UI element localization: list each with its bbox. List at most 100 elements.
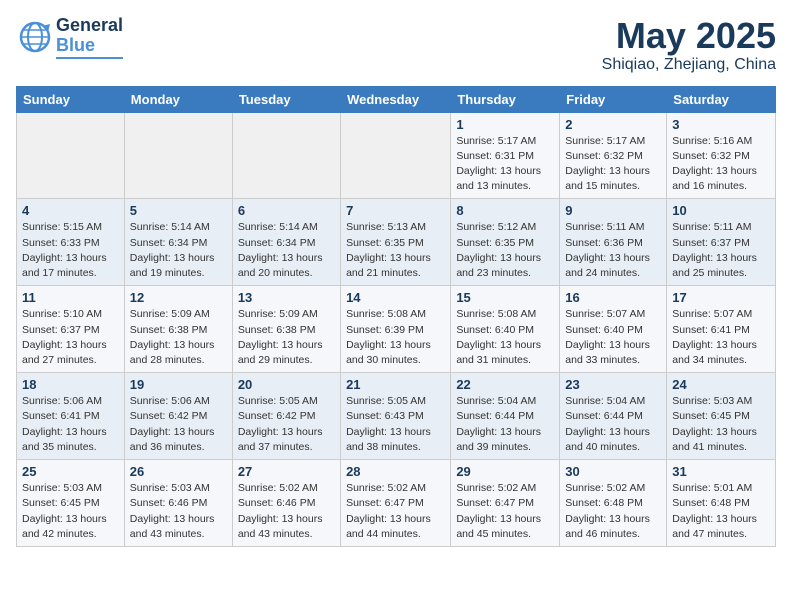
calendar-cell: 29 Sunrise: 5:02 AMSunset: 6:47 PMDayligh… [451, 460, 560, 547]
day-info: Sunrise: 5:08 AMSunset: 6:40 PMDaylight:… [456, 307, 554, 368]
calendar-week-5: 25 Sunrise: 5:03 AMSunset: 6:45 PMDayligh… [17, 460, 776, 547]
calendar-cell: 24 Sunrise: 5:03 AMSunset: 6:45 PMDayligh… [667, 373, 776, 460]
day-number: 31 [672, 464, 770, 479]
day-info: Sunrise: 5:06 AMSunset: 6:42 PMDaylight:… [130, 394, 227, 455]
logo-text-blue: Blue [56, 36, 123, 56]
weekday-header-saturday: Saturday [667, 86, 776, 112]
day-number: 1 [456, 117, 554, 132]
calendar-week-1: 1Sunrise: 5:17 AMSunset: 6:31 PMDaylight… [17, 112, 776, 199]
calendar-cell: 18Sunrise: 5:06 AMSunset: 6:41 PMDayligh… [17, 373, 125, 460]
day-info: Sunrise: 5:05 AMSunset: 6:42 PMDaylight:… [238, 394, 335, 455]
page-header: General Blue May 2025 Shiqiao, Zhejiang,… [16, 16, 776, 74]
day-number: 30 [565, 464, 661, 479]
calendar-cell: 6Sunrise: 5:14 AMSunset: 6:34 PMDaylight… [232, 199, 340, 286]
day-info: Sunrise: 5:07 AMSunset: 6:40 PMDaylight:… [565, 307, 661, 368]
day-number: 22 [456, 377, 554, 392]
calendar-cell: 27 Sunrise: 5:02 AMSunset: 6:46 PMDayligh… [232, 460, 340, 547]
calendar-week-4: 18Sunrise: 5:06 AMSunset: 6:41 PMDayligh… [17, 373, 776, 460]
calendar-cell: 11Sunrise: 5:10 AMSunset: 6:37 PMDayligh… [17, 286, 125, 373]
day-info: Sunrise: 5:09 AMSunset: 6:38 PMDaylight:… [238, 307, 335, 368]
calendar-cell: 16 Sunrise: 5:07 AMSunset: 6:40 PMDayligh… [560, 286, 667, 373]
calendar-cell: 26Sunrise: 5:03 AMSunset: 6:46 PMDayligh… [124, 460, 232, 547]
day-info: Sunrise: 5:02 AMSunset: 6:46 PMDaylight:… [238, 481, 335, 542]
location-title: Shiqiao, Zhejiang, China [602, 56, 776, 74]
day-number: 21 [346, 377, 445, 392]
day-number: 11 [22, 290, 119, 305]
day-number: 2 [565, 117, 661, 132]
weekday-header-thursday: Thursday [451, 86, 560, 112]
day-number: 19 [130, 377, 227, 392]
month-title: May 2025 [602, 16, 776, 56]
day-info: Sunrise: 5:03 AMSunset: 6:45 PMDaylight:… [672, 394, 770, 455]
calendar-cell: 31Sunrise: 5:01 AMSunset: 6:48 PMDayligh… [667, 460, 776, 547]
calendar-cell [341, 112, 451, 199]
weekday-header-wednesday: Wednesday [341, 86, 451, 112]
day-number: 25 [22, 464, 119, 479]
calendar-cell: 15 Sunrise: 5:08 AMSunset: 6:40 PMDayligh… [451, 286, 560, 373]
calendar-cell: 20 Sunrise: 5:05 AMSunset: 6:42 PMDayligh… [232, 373, 340, 460]
day-number: 27 [238, 464, 335, 479]
calendar-cell: 2 Sunrise: 5:17 AMSunset: 6:32 PMDaylight… [560, 112, 667, 199]
weekday-header-friday: Friday [560, 86, 667, 112]
calendar-cell: 8 Sunrise: 5:12 AMSunset: 6:35 PMDaylight… [451, 199, 560, 286]
day-number: 24 [672, 377, 770, 392]
logo-text-general: General [56, 16, 123, 36]
day-number: 13 [238, 290, 335, 305]
calendar-cell: 9 Sunrise: 5:11 AMSunset: 6:36 PMDaylight… [560, 199, 667, 286]
day-number: 16 [565, 290, 661, 305]
day-number: 3 [672, 117, 770, 132]
day-info: Sunrise: 5:04 AMSunset: 6:44 PMDaylight:… [456, 394, 554, 455]
calendar-cell: 5 Sunrise: 5:14 AMSunset: 6:34 PMDaylight… [124, 199, 232, 286]
day-number: 9 [565, 203, 661, 218]
calendar-cell: 3Sunrise: 5:16 AMSunset: 6:32 PMDaylight… [667, 112, 776, 199]
calendar-cell: 13 Sunrise: 5:09 AMSunset: 6:38 PMDayligh… [232, 286, 340, 373]
calendar-cell: 1Sunrise: 5:17 AMSunset: 6:31 PMDaylight… [451, 112, 560, 199]
day-info: Sunrise: 5:02 AMSunset: 6:48 PMDaylight:… [565, 481, 661, 542]
day-number: 20 [238, 377, 335, 392]
calendar-cell: 17 Sunrise: 5:07 AMSunset: 6:41 PMDayligh… [667, 286, 776, 373]
calendar-cell [124, 112, 232, 199]
day-info: Sunrise: 5:17 AMSunset: 6:32 PMDaylight:… [565, 134, 661, 195]
day-info: Sunrise: 5:15 AMSunset: 6:33 PMDaylight:… [22, 220, 119, 281]
day-number: 12 [130, 290, 227, 305]
day-info: Sunrise: 5:07 AMSunset: 6:41 PMDaylight:… [672, 307, 770, 368]
day-number: 5 [130, 203, 227, 218]
day-number: 10 [672, 203, 770, 218]
day-number: 15 [456, 290, 554, 305]
calendar-cell [232, 112, 340, 199]
day-info: Sunrise: 5:14 AMSunset: 6:34 PMDaylight:… [238, 220, 335, 281]
day-info: Sunrise: 5:03 AMSunset: 6:45 PMDaylight:… [22, 481, 119, 542]
title-block: May 2025 Shiqiao, Zhejiang, China [602, 16, 776, 74]
calendar-week-3: 11Sunrise: 5:10 AMSunset: 6:37 PMDayligh… [17, 286, 776, 373]
day-info: Sunrise: 5:02 AMSunset: 6:47 PMDaylight:… [456, 481, 554, 542]
day-number: 18 [22, 377, 119, 392]
day-info: Sunrise: 5:02 AMSunset: 6:47 PMDaylight:… [346, 481, 445, 542]
day-number: 29 [456, 464, 554, 479]
day-number: 14 [346, 290, 445, 305]
calendar-cell: 4Sunrise: 5:15 AMSunset: 6:33 PMDaylight… [17, 199, 125, 286]
weekday-header-row: SundayMondayTuesdayWednesdayThursdayFrid… [17, 86, 776, 112]
day-number: 7 [346, 203, 445, 218]
calendar-cell: 22 Sunrise: 5:04 AMSunset: 6:44 PMDayligh… [451, 373, 560, 460]
calendar-cell: 10Sunrise: 5:11 AMSunset: 6:37 PMDayligh… [667, 199, 776, 286]
logo: General Blue [16, 16, 123, 59]
calendar-cell: 30 Sunrise: 5:02 AMSunset: 6:48 PMDayligh… [560, 460, 667, 547]
day-number: 28 [346, 464, 445, 479]
calendar-cell: 14 Sunrise: 5:08 AMSunset: 6:39 PMDayligh… [341, 286, 451, 373]
day-info: Sunrise: 5:12 AMSunset: 6:35 PMDaylight:… [456, 220, 554, 281]
day-number: 8 [456, 203, 554, 218]
calendar-week-2: 4Sunrise: 5:15 AMSunset: 6:33 PMDaylight… [17, 199, 776, 286]
day-info: Sunrise: 5:03 AMSunset: 6:46 PMDaylight:… [130, 481, 227, 542]
day-number: 23 [565, 377, 661, 392]
calendar-cell: 28 Sunrise: 5:02 AMSunset: 6:47 PMDayligh… [341, 460, 451, 547]
day-info: Sunrise: 5:08 AMSunset: 6:39 PMDaylight:… [346, 307, 445, 368]
calendar-cell: 21Sunrise: 5:05 AMSunset: 6:43 PMDayligh… [341, 373, 451, 460]
weekday-header-sunday: Sunday [17, 86, 125, 112]
day-info: Sunrise: 5:13 AMSunset: 6:35 PMDaylight:… [346, 220, 445, 281]
calendar-cell: 19 Sunrise: 5:06 AMSunset: 6:42 PMDayligh… [124, 373, 232, 460]
day-info: Sunrise: 5:11 AMSunset: 6:36 PMDaylight:… [565, 220, 661, 281]
day-info: Sunrise: 5:04 AMSunset: 6:44 PMDaylight:… [565, 394, 661, 455]
day-info: Sunrise: 5:14 AMSunset: 6:34 PMDaylight:… [130, 220, 227, 281]
weekday-header-monday: Monday [124, 86, 232, 112]
day-number: 17 [672, 290, 770, 305]
